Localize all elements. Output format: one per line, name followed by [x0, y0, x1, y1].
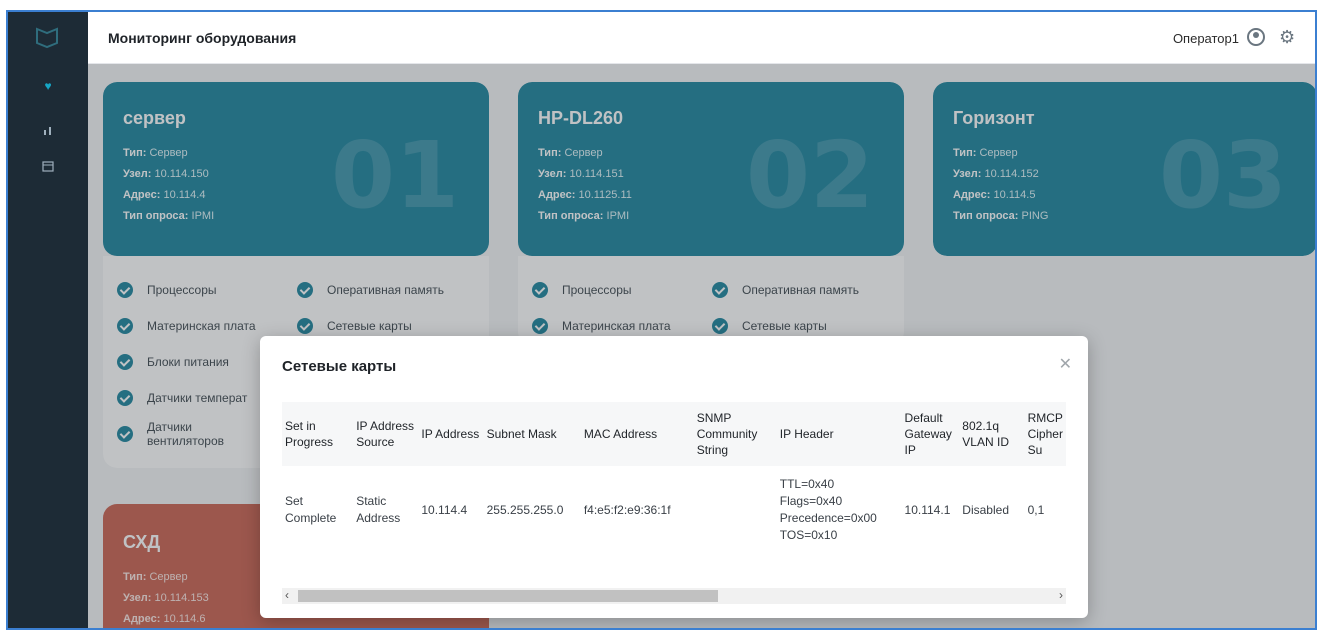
column-header[interactable]: Set in Progress [282, 402, 353, 466]
user-icon[interactable] [1247, 28, 1265, 46]
close-icon[interactable]: ✕ [1059, 354, 1072, 374]
page-title: Мониторинг оборудования [108, 30, 297, 46]
table-wrapper[interactable]: Set in Progress IP Address Source IP Add… [282, 402, 1066, 590]
table-cell: Disabled [962, 502, 1009, 517]
scrollbar-thumb[interactable] [298, 590, 718, 602]
column-header[interactable]: 802.1q VLAN ID [959, 402, 1024, 466]
table-cell: Static Address [356, 494, 401, 525]
column-header[interactable]: SNMP Community String [694, 402, 777, 466]
column-header[interactable]: IP Address Source [353, 402, 418, 466]
sidebar: ♥ [8, 12, 88, 628]
network-cards-modal: Сетевые карты ✕ Set in Progress IP Addre… [260, 336, 1088, 618]
topbar: Мониторинг оборудования Оператор1 ⚙ [88, 12, 1315, 64]
gear-icon[interactable]: ⚙ [1279, 28, 1297, 46]
calendar-icon[interactable] [38, 156, 58, 176]
modal-title: Сетевые карты [282, 358, 397, 375]
table-cell: Set Complete [285, 494, 337, 525]
scroll-left-icon[interactable]: ‹ [285, 588, 289, 602]
table-cell: 0,1 [1027, 502, 1045, 517]
chart-icon[interactable] [38, 120, 58, 140]
table-cell: f4:e5:f2:e9:36:1f [583, 502, 671, 517]
column-header[interactable]: MAC Address [581, 402, 694, 466]
scroll-right-icon[interactable]: › [1059, 588, 1063, 602]
table-cell: TTL=0x40 Flags=0x40 Precedence=0x00 TOS=… [779, 477, 877, 542]
column-header[interactable]: RMCP Cipher Su [1025, 402, 1066, 466]
table-row: Set Complete Static Address 10.114.4 255… [282, 466, 1066, 554]
heart-icon[interactable]: ♥ [38, 76, 58, 96]
table-cell [694, 466, 777, 554]
table-cell: 10.114.4 [421, 502, 468, 517]
column-header[interactable]: Subnet Mask [484, 402, 581, 466]
app-window: ♥ Мониторинг оборудования Оператор1 ⚙ се… [6, 10, 1317, 630]
column-header[interactable]: IP Header [777, 402, 902, 466]
logo-icon[interactable] [34, 26, 60, 50]
table-header-row: Set in Progress IP Address Source IP Add… [282, 402, 1066, 466]
table-cell: 10.114.1 [904, 502, 951, 517]
user-name[interactable]: Оператор1 [1173, 31, 1239, 46]
column-header[interactable]: IP Address [418, 402, 483, 466]
table-cell: 255.255.255.0 [486, 502, 564, 517]
horizontal-scrollbar[interactable]: ‹ › [282, 588, 1066, 604]
column-header[interactable]: Default Gateway IP [902, 402, 960, 466]
network-table: Set in Progress IP Address Source IP Add… [282, 402, 1066, 554]
